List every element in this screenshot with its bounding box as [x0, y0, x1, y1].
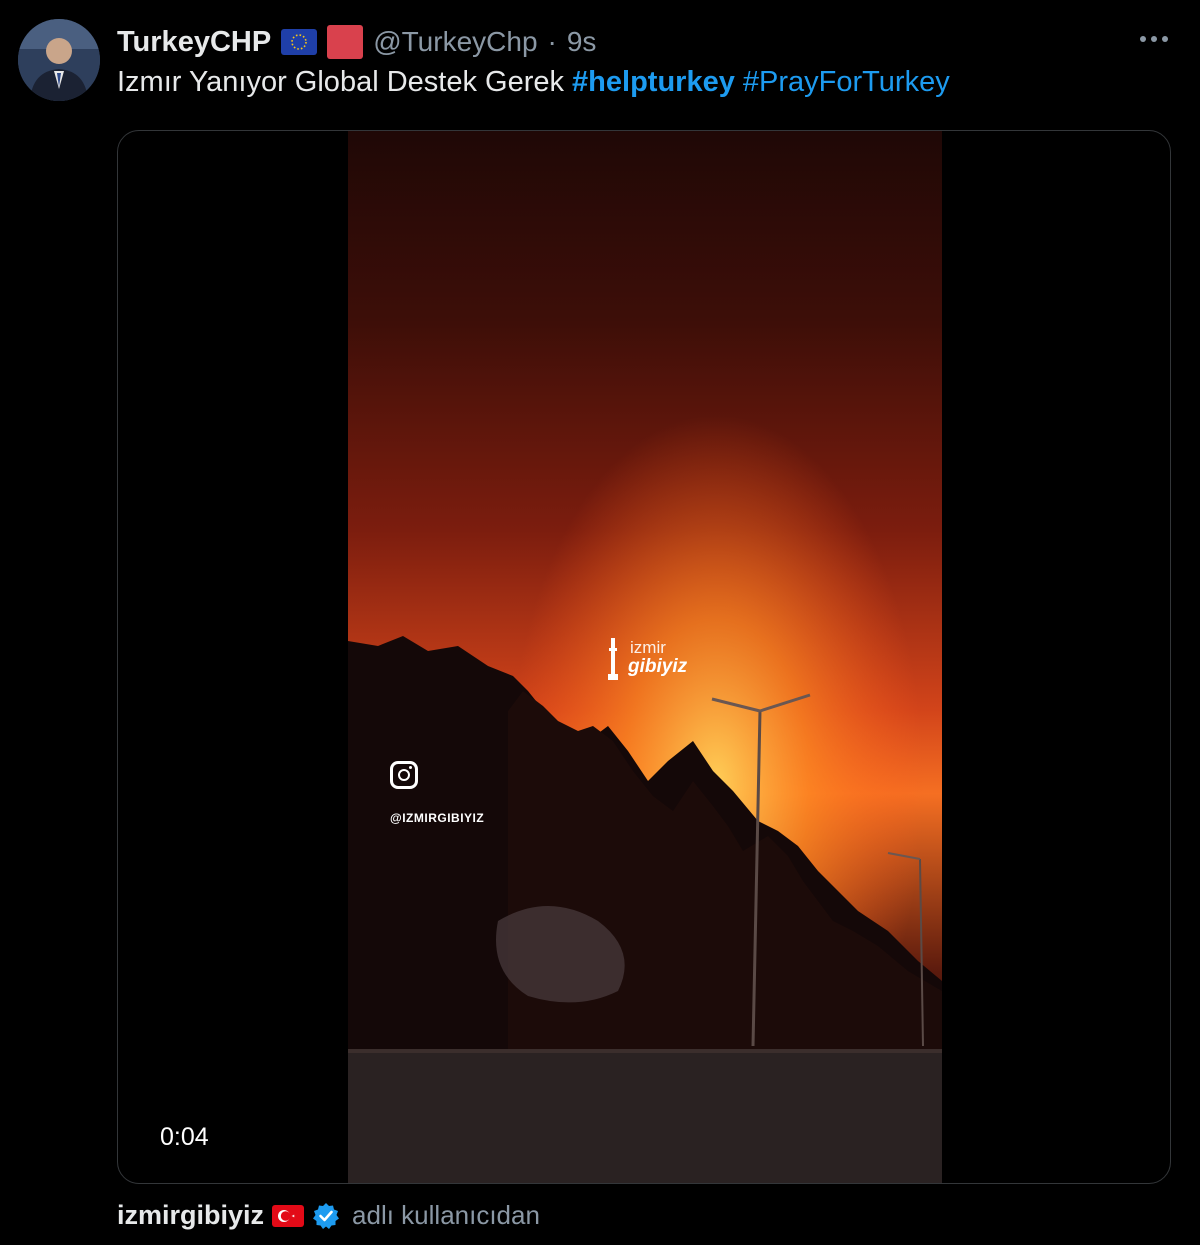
- video-timestamp: 0:04: [160, 1123, 209, 1151]
- instagram-icon: [390, 761, 418, 789]
- watermark-line1: izmir: [630, 638, 666, 657]
- credit-suffix: adlı kullanıcıdan: [352, 1200, 540, 1230]
- tweet-header: TurkeyCHP @TurkeyChp · 9s: [117, 22, 596, 62]
- avatar[interactable]: [18, 19, 100, 101]
- tweet-body-text: Izmır Yanıyor Global Destek Gerek: [117, 66, 564, 98]
- tweet-text: Izmır Yanıyor Global Destek Gerek #helpt…: [117, 66, 950, 99]
- watermark-line2: gibiyiz: [628, 656, 688, 677]
- hashtag-helpturkey[interactable]: #helpturkey: [572, 66, 735, 98]
- hashtag-prayforturkey[interactable]: #PrayForTurkey: [743, 66, 950, 98]
- turkey-flag-icon: [272, 1204, 305, 1227]
- media-credit: izmirgibiyiz adlı kullanıcıdan: [117, 1200, 540, 1231]
- credit-username[interactable]: izmirgibiyiz: [117, 1200, 264, 1231]
- separator: ·: [547, 26, 557, 57]
- video-frame[interactable]: @IZMIRGIBIYIZ izmir gibiyiz: [348, 131, 942, 1183]
- more-horizontal-icon[interactable]: [1134, 24, 1174, 54]
- video-player[interactable]: @IZMIRGIBIYIZ izmir gibiyiz 0:04: [117, 130, 1171, 1184]
- instagram-handle: @IZMIRGIBIYIZ: [390, 811, 485, 825]
- red-square-icon: [327, 25, 364, 59]
- eu-flag-icon: [281, 29, 318, 55]
- timestamp-link[interactable]: 9s: [567, 26, 597, 58]
- clock-tower-icon: [608, 638, 618, 680]
- handle[interactable]: @TurkeyChp: [373, 26, 537, 58]
- verified-badge-icon: [312, 1202, 340, 1230]
- display-name[interactable]: TurkeyCHP: [117, 26, 271, 59]
